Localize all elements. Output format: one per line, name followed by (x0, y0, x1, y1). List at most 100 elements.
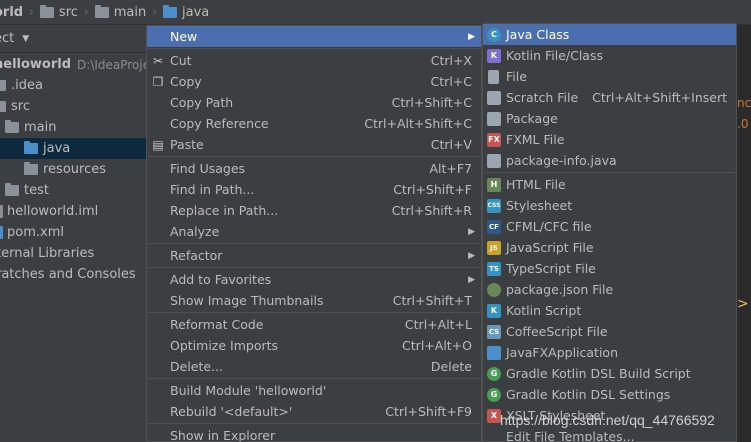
source-folder-icon (24, 141, 38, 154)
menu-item-paste[interactable]: ▤ Paste Ctrl+V (147, 134, 481, 155)
package-info-icon (487, 153, 501, 168)
submenu-item-javascript-file[interactable]: JS JavaScript File (483, 237, 736, 258)
menu-item-delete[interactable]: Delete... Delete (147, 356, 481, 377)
typescript-file-icon: TS (487, 261, 501, 276)
tree-item-src[interactable]: src (0, 96, 146, 117)
menu-item-replace-in-path[interactable]: Replace in Path... Ctrl+Shift+R (147, 200, 481, 221)
submenu-item-file[interactable]: File (483, 66, 736, 87)
menu-separator (148, 267, 480, 268)
menu-item-reformat-code[interactable]: Reformat Code Ctrl+Alt+L (147, 314, 481, 335)
menu-item-build-module[interactable]: Build Module 'helloworld' (147, 380, 481, 401)
breadcrumb-main[interactable]: main (94, 0, 146, 25)
chevron-right-icon: › (83, 5, 89, 19)
menu-item-refactor[interactable]: Refactor ▶ (147, 245, 481, 266)
chevron-down-icon[interactable]: ▼ (22, 34, 29, 44)
npm-icon (487, 282, 501, 297)
submenu-item-fxml-file[interactable]: FX FXML File (483, 129, 736, 150)
kotlin-script-icon: K (487, 303, 501, 318)
xslt-icon: X (487, 408, 501, 423)
submenu-item-html-file[interactable]: H HTML File (483, 174, 736, 195)
maven-file-icon (0, 226, 3, 239)
editor-code-fragment: nc .0 (737, 96, 751, 131)
tree-item-idea[interactable]: .idea (0, 75, 146, 96)
submenu-arrow-icon: ▶ (468, 226, 475, 237)
project-tool-window: ect ▼ helloworld D:\IdeaProjects .idea s… (0, 25, 146, 442)
breadcrumb-src[interactable]: src (39, 0, 78, 25)
html-file-icon: H (487, 177, 501, 192)
tree-item-main[interactable]: main (0, 117, 146, 138)
menu-item-cut[interactable]: ✂ Cut Ctrl+X (147, 50, 481, 71)
menu-item-optimize-imports[interactable]: Optimize Imports Ctrl+Alt+O (147, 335, 481, 356)
tree-item-pom[interactable]: pom.xml (0, 222, 146, 243)
breadcrumb-java[interactable]: java (163, 0, 209, 25)
editor-marker: > (737, 296, 749, 312)
tree-item-test[interactable]: test (0, 180, 146, 201)
fxml-file-icon: FX (487, 132, 501, 147)
paste-icon: ▤ (152, 137, 164, 152)
submenu-item-stylesheet[interactable]: CSS Stylesheet (483, 195, 736, 216)
source-folder-icon (163, 4, 178, 18)
menu-item-copy-reference[interactable]: Copy Reference Ctrl+Alt+Shift+C (147, 113, 481, 134)
coffeescript-icon: CS (487, 324, 501, 339)
javafx-icon (487, 345, 501, 360)
menu-separator (148, 243, 480, 244)
java-class-icon: C (487, 27, 501, 42)
submenu-item-gradle-settings[interactable]: G Gradle Kotlin DSL Settings (483, 384, 736, 405)
watermark-text: https://blog.csdn.net/qq_44766592 (500, 412, 715, 428)
submenu-item-cfml[interactable]: CF CFML/CFC file (483, 216, 736, 237)
project-view-selector[interactable]: ect ▼ (0, 25, 146, 53)
tree-item-java[interactable]: java (0, 138, 146, 159)
navigation-breadcrumb: orld › src › main › java (0, 0, 751, 25)
folder-icon (39, 4, 54, 18)
folder-icon (94, 4, 109, 18)
menu-separator (148, 312, 480, 313)
tree-item-external-libraries[interactable]: ternal Libraries (0, 243, 146, 264)
submenu-item-javafx-application[interactable]: JavaFXApplication (483, 342, 736, 363)
menu-item-copy[interactable]: ❐ Copy Ctrl+C (147, 71, 481, 92)
new-submenu: C Java Class K Kotlin File/Class File Sc… (482, 23, 737, 442)
menu-item-find-in-path[interactable]: Find in Path... Ctrl+Shift+F (147, 179, 481, 200)
menu-separator (148, 378, 480, 379)
menu-item-new[interactable]: New ▶ (147, 26, 481, 47)
submenu-item-edit-file-templates[interactable]: Edit File Templates... (483, 426, 736, 441)
submenu-item-typescript-file[interactable]: TS TypeScript File (483, 258, 736, 279)
file-icon (488, 69, 499, 84)
folder-icon (0, 80, 6, 91)
menu-item-copy-path[interactable]: Copy Path Ctrl+Shift+C (147, 92, 481, 113)
gradle-icon: G (487, 366, 501, 381)
submenu-item-gradle-build-script[interactable]: G Gradle Kotlin DSL Build Script (483, 363, 736, 384)
chevron-right-icon: › (29, 5, 34, 19)
tree-item-scratches[interactable]: ratches and Consoles (0, 264, 146, 285)
menu-item-find-usages[interactable]: Find Usages Alt+F7 (147, 158, 481, 179)
tree-item-helloworld[interactable]: helloworld D:\IdeaProjects (0, 54, 146, 75)
submenu-item-java-class[interactable]: C Java Class (483, 24, 736, 45)
tree-item-resources[interactable]: resources (0, 159, 146, 180)
package-icon (487, 111, 501, 126)
project-context-menu: New ▶ ✂ Cut Ctrl+X ❐ Copy Ctrl+C Copy Pa… (146, 25, 482, 442)
submenu-item-package[interactable]: Package (483, 108, 736, 129)
menu-item-show-in-explorer[interactable]: Show in Explorer (147, 425, 481, 441)
menu-item-analyze[interactable]: Analyze ▶ (147, 221, 481, 242)
submenu-item-package-info[interactable]: package-info.java (483, 150, 736, 171)
folder-icon (0, 101, 6, 112)
stylesheet-icon: CSS (487, 198, 501, 213)
submenu-item-kotlin-file-class[interactable]: K Kotlin File/Class (483, 45, 736, 66)
menu-separator (484, 172, 735, 173)
submenu-arrow-icon: ▶ (468, 250, 475, 261)
scissors-icon: ✂ (152, 53, 164, 68)
breadcrumb-project[interactable]: orld (0, 0, 23, 25)
submenu-item-scratch-file[interactable]: Scratch File Ctrl+Alt+Shift+Insert (483, 87, 736, 108)
menu-item-add-to-favorites[interactable]: Add to Favorites ▶ (147, 269, 481, 290)
submenu-item-package-json[interactable]: package.json File (483, 279, 736, 300)
submenu-item-coffeescript-file[interactable]: CS CoffeeScript File (483, 321, 736, 342)
gradle-settings-icon: G (487, 387, 501, 402)
menu-item-rebuild[interactable]: Rebuild '<default>' Ctrl+Shift+F9 (147, 401, 481, 422)
tree-item-iml[interactable]: helloworld.iml (0, 201, 146, 222)
resources-folder-icon (24, 162, 38, 175)
folder-icon (5, 183, 19, 196)
menu-item-show-image-thumbnails[interactable]: Show Image Thumbnails Ctrl+Shift+T (147, 290, 481, 311)
submenu-item-kotlin-script[interactable]: K Kotlin Script (483, 300, 736, 321)
project-view-title: ect (0, 31, 15, 46)
chevron-right-icon: › (152, 5, 158, 19)
menu-separator (148, 48, 480, 49)
